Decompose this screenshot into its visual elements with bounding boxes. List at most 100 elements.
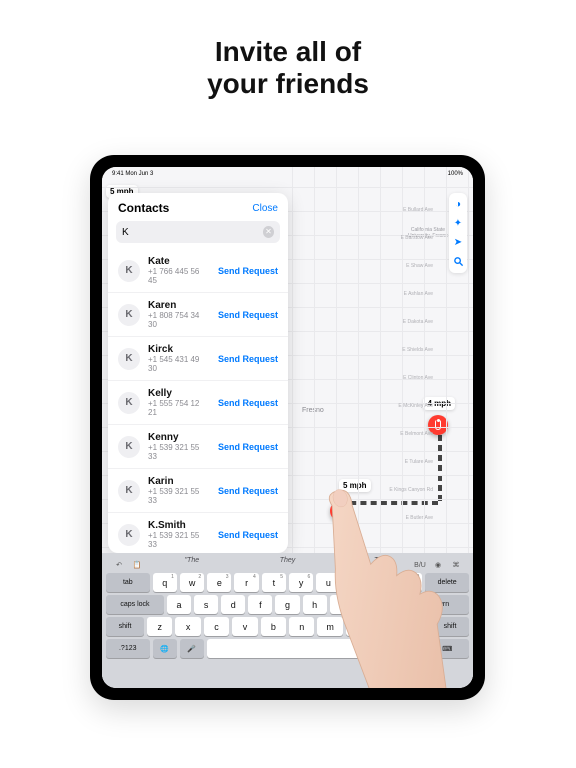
street-label: E Belmont Ave — [400, 431, 433, 437]
street-label: E Bullard Ave — [403, 207, 433, 213]
key-j[interactable]: j — [330, 595, 354, 614]
key-caps lock[interactable]: caps lock — [106, 595, 164, 614]
street-label: E Dakota Ave — [403, 319, 433, 325]
street-label: E Shields Ave — [402, 347, 433, 353]
camera-icon[interactable]: ◉ — [431, 560, 445, 572]
street-label: E Tulare Ave — [405, 459, 433, 465]
key-u[interactable]: u7 — [316, 573, 340, 592]
contact-row[interactable]: K Kenny+1 539 321 55 33 Send Request — [108, 424, 288, 468]
contact-name: Kirck — [148, 344, 210, 355]
key-![interactable]: ! — [403, 617, 428, 636]
key-c[interactable]: c — [204, 617, 229, 636]
contact-row[interactable]: KKate+1 766 445 56 45Send Request — [108, 249, 288, 292]
key-m[interactable]: m — [317, 617, 342, 636]
key-l[interactable]: l — [384, 595, 408, 614]
contact-name: Karen — [148, 300, 210, 311]
key-g[interactable]: g — [275, 595, 299, 614]
search-input[interactable] — [122, 227, 263, 238]
key-return[interactable]: return — [411, 595, 469, 614]
key-i[interactable]: i8 — [344, 573, 368, 592]
contact-name: Karin — [148, 476, 210, 487]
key-v[interactable]: v — [232, 617, 257, 636]
contact-phone: +1 539 321 55 33 — [148, 531, 210, 549]
contact-row[interactable]: KKirck+1 545 431 49 30Send Request — [108, 336, 288, 380]
hide-keyboard-icon[interactable]: ⌨ — [426, 639, 470, 658]
key-delete[interactable]: delete — [425, 573, 469, 592]
key-r[interactable]: r4 — [234, 573, 258, 592]
undo-icon[interactable]: ↶ — [112, 560, 126, 572]
key-k[interactable]: k — [357, 595, 381, 614]
key-,[interactable]: , — [346, 617, 371, 636]
avatar: K — [118, 392, 140, 414]
avatar: K — [118, 524, 140, 546]
avatar: K — [118, 436, 140, 458]
format-icon[interactable]: B/U — [413, 560, 427, 572]
contact-phone: +1 539 321 55 33 — [148, 443, 210, 461]
key-n[interactable]: n — [289, 617, 314, 636]
key-shift[interactable]: shift — [431, 617, 469, 636]
navigation-icon[interactable]: ➤ — [453, 237, 464, 248]
map-tools: ◑ ✦ ➤ — [449, 193, 467, 273]
track-segment — [438, 435, 442, 501]
key-numswitch[interactable]: .?123 — [379, 639, 423, 658]
clipboard-icon[interactable]: 📋 — [130, 560, 144, 572]
contact-phone: +1 555 754 12 21 — [148, 399, 210, 417]
key-tab[interactable]: tab — [106, 573, 150, 592]
key-a[interactable]: a — [167, 595, 191, 614]
send-request-button[interactable]: Send Request — [218, 354, 278, 364]
tablet-frame: 9:41 Mon Jun 3 100% Fresno California St… — [90, 155, 485, 700]
key-s[interactable]: s — [194, 595, 218, 614]
send-request-button[interactable]: Send Request — [218, 530, 278, 540]
street-label: E Butler Ave — [406, 515, 433, 521]
key-h[interactable]: h — [303, 595, 327, 614]
prediction[interactable]: "The — [146, 557, 238, 571]
location-pin-icon[interactable]: ✦ — [453, 218, 464, 229]
clear-icon[interactable]: ✕ — [263, 226, 274, 238]
contact-name: Kenny — [148, 432, 210, 443]
send-request-button[interactable]: Send Request — [218, 266, 278, 276]
tablet-screen: 9:41 Mon Jun 3 100% Fresno California St… — [102, 167, 473, 688]
key-f[interactable]: f — [248, 595, 272, 614]
key-numswitch[interactable]: .?123 — [106, 639, 150, 658]
contact-phone: +1 766 445 56 45 — [148, 267, 210, 285]
street-label: E Kings Canyon Rd — [389, 487, 433, 493]
contact-row[interactable]: K K.Smith+1 539 321 55 33 Send Request — [108, 512, 288, 553]
close-button[interactable]: Close — [252, 203, 278, 214]
contact-row[interactable]: KKaren+1 808 754 34 30Send Request — [108, 292, 288, 336]
contact-name: K.Smith — [148, 520, 210, 531]
key-e[interactable]: e3 — [207, 573, 231, 592]
send-request-button[interactable]: Send Request — [218, 398, 278, 408]
attach-icon[interactable]: ⌘ — [449, 560, 463, 572]
avatar: K — [118, 480, 140, 502]
key-w[interactable]: w2 — [180, 573, 204, 592]
mic-icon[interactable]: 🎤 — [180, 639, 204, 658]
key-y[interactable]: y6 — [289, 573, 313, 592]
send-request-button[interactable]: Send Request — [218, 442, 278, 452]
search-icon[interactable] — [453, 256, 464, 267]
contact-name: Kate — [148, 256, 210, 267]
key-z[interactable]: z — [147, 617, 172, 636]
key-t[interactable]: t5 — [262, 573, 286, 592]
key-space[interactable] — [207, 639, 376, 658]
search-field[interactable]: ✕ — [116, 221, 280, 243]
history-icon[interactable]: ◑ — [453, 199, 464, 210]
contact-row[interactable]: KKelly+1 555 754 12 21Send Request — [108, 380, 288, 424]
key-d[interactable]: d — [221, 595, 245, 614]
predictive-bar: ↶ 📋 "The They There B/U ◉ ⌘ — [106, 557, 469, 573]
street-label: E Barstow Ave — [401, 235, 433, 241]
key-x[interactable]: x — [175, 617, 200, 636]
globe-icon[interactable]: 🌐 — [153, 639, 177, 658]
key-p[interactable]: p0 — [398, 573, 422, 592]
status-bar: 9:41 Mon Jun 3 100% — [102, 167, 473, 181]
prediction[interactable]: They — [242, 557, 334, 571]
send-request-button[interactable]: Send Request — [218, 310, 278, 320]
key-o[interactable]: o9 — [371, 573, 395, 592]
map-marker[interactable] — [330, 501, 350, 521]
key-.[interactable]: . — [374, 617, 399, 636]
key-b[interactable]: b — [261, 617, 286, 636]
key-q[interactable]: q1 — [153, 573, 177, 592]
headline-line-2: your friends — [0, 68, 576, 100]
key-shift[interactable]: shift — [106, 617, 144, 636]
contact-row[interactable]: KKarin+1 539 321 55 33Send Request — [108, 468, 288, 512]
send-request-button[interactable]: Send Request — [218, 486, 278, 496]
